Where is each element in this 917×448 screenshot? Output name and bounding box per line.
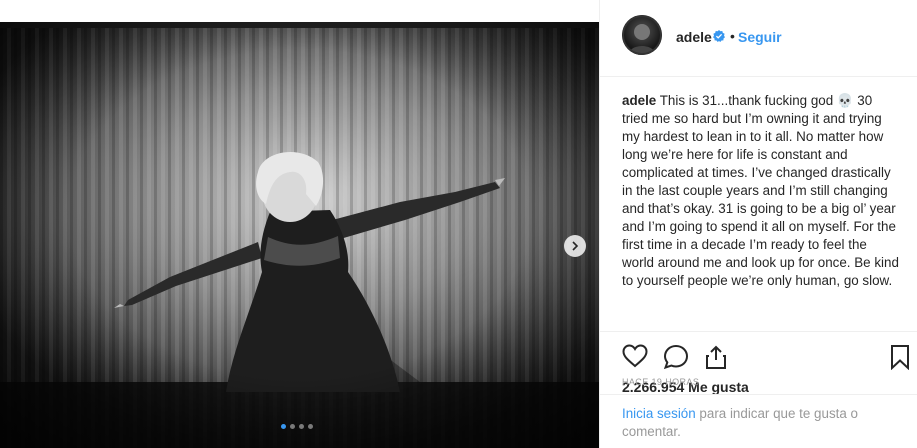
login-link[interactable]: Inicia sesión <box>622 406 696 421</box>
caption-username[interactable]: adele <box>622 93 656 108</box>
post-image <box>0 22 599 448</box>
heart-icon[interactable] <box>622 344 648 368</box>
caption-text: This is 31...thank fucking god 💀 30 trie… <box>622 93 899 288</box>
carousel-dot <box>308 424 313 429</box>
post-caption: adele This is 31...thank fucking god 💀 3… <box>622 92 900 300</box>
timestamp-text: HACE 19 HORAS <box>622 377 700 387</box>
avatar-image <box>622 15 662 55</box>
carousel-dot <box>299 424 304 429</box>
post-photo[interactable] <box>0 22 599 448</box>
username-link[interactable]: adele <box>676 29 712 45</box>
next-photo-button[interactable] <box>564 235 586 257</box>
carousel-dot <box>281 424 286 429</box>
login-prompt: Inicia sesión para indicar que te gusta … <box>622 405 902 441</box>
follow-button[interactable]: Seguir <box>738 29 782 45</box>
carousel-dot <box>290 424 295 429</box>
timestamp[interactable]: HACE 19 HORAS <box>622 377 699 387</box>
post-actions <box>622 344 912 372</box>
verified-badge-icon <box>713 30 725 42</box>
carousel-dots <box>281 424 313 429</box>
chevron-right-icon <box>572 241 579 251</box>
post-header: adele • Seguir <box>600 15 917 61</box>
likes-divider <box>600 394 917 395</box>
share-icon[interactable] <box>704 344 728 370</box>
comment-icon[interactable] <box>663 344 689 370</box>
post-side-panel: adele • Seguir adele This is 31...thank … <box>599 0 917 448</box>
separator-dot: • <box>730 28 735 44</box>
bookmark-icon[interactable] <box>890 344 910 370</box>
header-divider <box>600 76 917 77</box>
caption-divider <box>600 331 917 332</box>
avatar[interactable] <box>622 15 662 55</box>
